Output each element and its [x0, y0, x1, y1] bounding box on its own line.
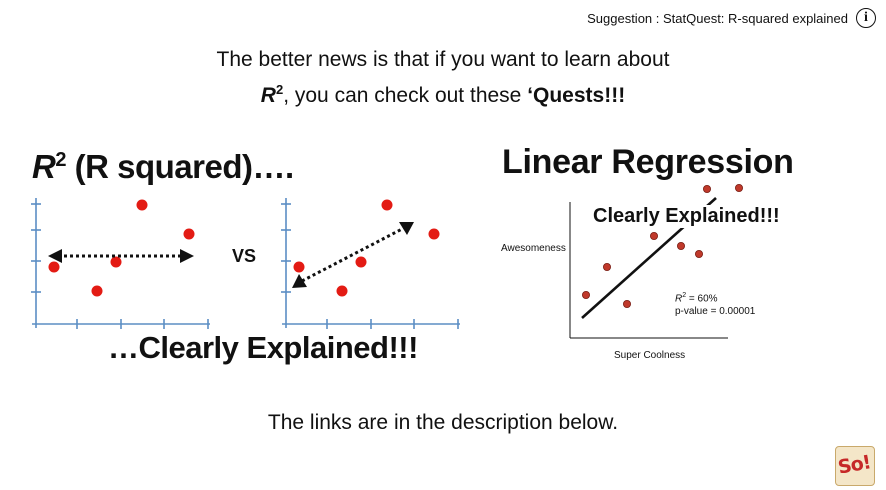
caption: The better news is that if you want to l…: [0, 45, 886, 111]
arrow-head-left: [48, 249, 62, 263]
r2-thumbnail-footer: …Clearly Explained!!!: [108, 330, 418, 365]
r-squared-thumbnail[interactable]: R2 (R squared)…. VS …Clearly Explained!!…: [24, 140, 464, 370]
arrow-head-right: [180, 249, 194, 263]
bottom-caption: The links are in the description below.: [267, 411, 619, 434]
lr-plot: [569, 184, 743, 339]
data-point: [110, 256, 122, 268]
data-point: [183, 228, 195, 240]
data-point: [91, 285, 103, 297]
vs-label: VS: [232, 246, 257, 266]
arrow-head-up-right: [399, 222, 414, 235]
info-icon[interactable]: i: [856, 8, 876, 28]
data-point: [293, 261, 305, 273]
data-point: [48, 261, 60, 273]
data-point: [336, 285, 348, 297]
suggestion-card[interactable]: Suggestion : StatQuest: R-squared explai…: [587, 5, 876, 31]
diagonal-arrow: [301, 226, 405, 283]
lr-x-axis-label: Super Coolness: [614, 350, 686, 361]
caption-line-2-mid: , you can check out these: [283, 84, 528, 107]
caption-line-1: The better news is that if you want to l…: [216, 48, 670, 71]
data-point: [603, 263, 612, 272]
caption-r2: R: [260, 84, 276, 107]
r2-stat-value: = 60%: [686, 293, 718, 305]
data-point: [623, 299, 632, 308]
data-point: [676, 242, 685, 251]
p-value-stat: p-value = 0.00001: [675, 306, 756, 317]
data-point: [381, 199, 393, 211]
caption-line-2: R2, you can check out these ‘Quests!!!: [0, 75, 886, 111]
lr-thumbnail-subtitle: Clearly Explained!!!: [591, 205, 782, 228]
data-point: [694, 250, 703, 259]
caption-quests: ‘Quests!!!: [527, 84, 626, 107]
r2-stat: R2 = 60%: [675, 292, 718, 304]
suggestion-text[interactable]: Suggestion : StatQuest: R-squared explai…: [587, 11, 848, 26]
lr-y-axis-label: Awesomeness: [501, 243, 566, 254]
data-point: [428, 228, 440, 240]
data-point: [355, 256, 367, 268]
linear-regression-thumbnail[interactable]: Linear Regression Clearly Explained!!! A…: [496, 140, 826, 370]
channel-logo-icon[interactable]: So!: [835, 446, 875, 486]
data-point: [702, 185, 711, 194]
data-point: [582, 290, 591, 299]
data-point: [136, 199, 148, 211]
data-point: [649, 232, 658, 241]
channel-logo-text: So!: [836, 451, 873, 479]
data-point: [734, 184, 743, 193]
